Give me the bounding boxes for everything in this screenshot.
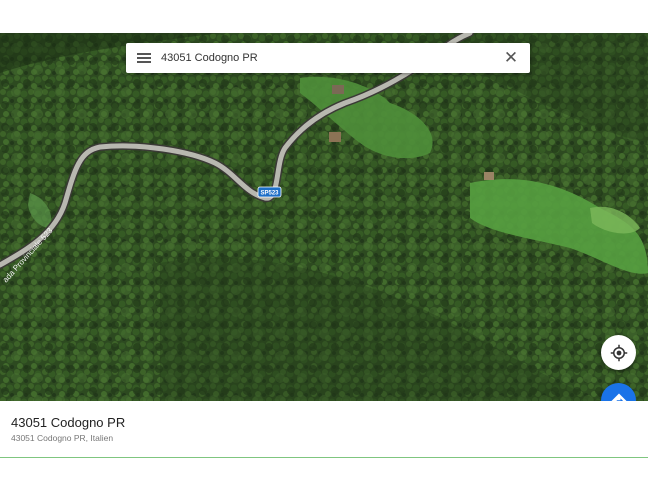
building xyxy=(484,172,494,180)
building xyxy=(332,85,344,94)
top-bar xyxy=(0,0,648,33)
place-subtitle: 43051 Codogno PR, Italien xyxy=(11,433,114,443)
building xyxy=(329,132,341,142)
close-icon[interactable]: ✕ xyxy=(501,48,521,68)
map-imagery: ada Provinciale 523 SP523 xyxy=(0,33,648,401)
place-title: 43051 Codogno PR xyxy=(11,415,126,430)
road-badge-label: SP523 xyxy=(260,191,279,197)
search-box[interactable]: 43051 Codogno PR ✕ xyxy=(126,43,530,73)
search-input[interactable]: 43051 Codogno PR xyxy=(161,52,501,64)
road-badge: SP523 xyxy=(257,186,282,198)
satellite-map[interactable]: ada Provinciale 523 SP523 xyxy=(0,33,648,401)
my-location-button[interactable] xyxy=(601,335,636,370)
menu-icon[interactable] xyxy=(137,53,151,63)
place-info-panel[interactable]: 43051 Codogno PR 43051 Codogno PR, Itali… xyxy=(0,401,648,458)
my-location-icon xyxy=(610,344,627,361)
